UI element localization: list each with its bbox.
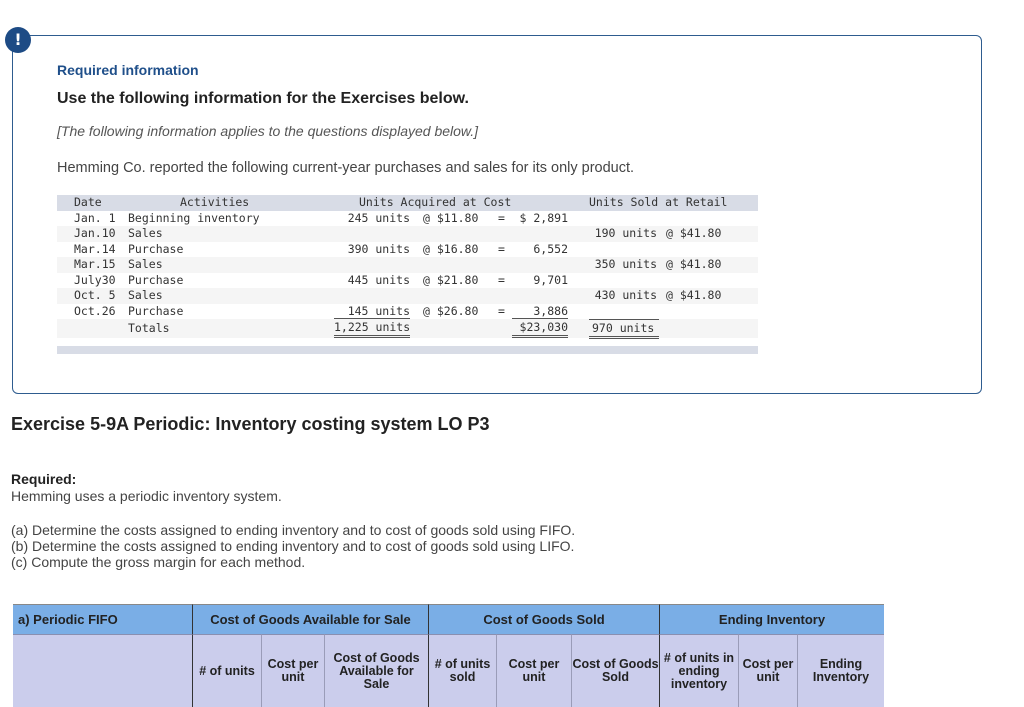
table-row: Oct.26 Purchase 145 units @ $26.80 = 3,886 (57, 304, 758, 320)
group-cogs: Cost of Goods Sold (428, 604, 659, 634)
table-row: July30 Purchase 445 units @ $21.80 = 9,701 (57, 273, 758, 289)
row-acq-equals: = (498, 241, 505, 256)
row-sold-units: 190 units (594, 226, 657, 240)
row-activity: Purchase (128, 303, 184, 318)
totals-sold-units: 970 units (589, 319, 659, 339)
row-date: Jan.10 (74, 226, 116, 240)
col-cogs-cost-per-unit: Cost per unit (496, 634, 571, 707)
row-sold-price: @ $41.80 (666, 226, 722, 240)
row-acq-total: 3,886 (512, 304, 568, 319)
required-info-heading: Required information (57, 62, 199, 78)
row-sold-price: @ $41.80 (666, 257, 722, 271)
required-label: Required: (11, 471, 77, 487)
col-ending-inventory: Ending Inventory (797, 634, 884, 707)
totals-acq-units: 1,225 units (334, 319, 410, 338)
col-units-ending: # of units in ending inventory (659, 634, 738, 707)
row-acq-cost: @ $21.80 (423, 272, 479, 287)
row-sold-units: 350 units (594, 257, 657, 271)
header-activities: Activities (180, 195, 250, 209)
row-date: Mar.15 (74, 257, 116, 271)
row-acq-units: 445 units (347, 272, 410, 287)
table-row: Jan. 1 Beginning inventory 245 units @ $11.… (57, 211, 758, 227)
header-units-acquired: Units Acquired at Cost (359, 195, 512, 209)
row-activity: Sales (128, 288, 163, 302)
group-ending-inventory: Ending Inventory (659, 604, 884, 634)
exercise-title: Exercise 5-9A Periodic: Inventory costin… (11, 414, 490, 434)
table-title: a) Periodic FIFO (13, 604, 192, 634)
row-sold-units: 430 units (594, 288, 657, 302)
group-cogas: Cost of Goods Available for Sale (192, 604, 428, 634)
row-label-header (13, 634, 192, 707)
row-date: Oct.26 (74, 303, 116, 318)
row-activity: Sales (128, 226, 163, 240)
alert-icon: ! (5, 27, 31, 53)
totals-acq-cost: $23,030 (512, 319, 568, 338)
row-acq-cost: @ $16.80 (423, 241, 479, 256)
row-sold-price: @ $41.80 (666, 288, 722, 302)
col-cogs: Cost of Goods Sold (571, 634, 659, 707)
row-date: Oct. 5 (74, 288, 116, 302)
row-activity: Sales (128, 257, 163, 271)
row-activity: Purchase (128, 272, 184, 287)
col-cogas: Cost of Goods Available for Sale (324, 634, 428, 707)
row-acq-total: $ 2,891 (519, 210, 568, 225)
periodic-fifo-table: a) Periodic FIFO Cost of Goods Available… (13, 604, 884, 707)
required-text: Hemming uses a periodic inventory system… (11, 488, 282, 504)
row-acq-cost: @ $11.80 (423, 210, 479, 225)
table-row: Jan.10 Sales 190 units @ $41.80 (57, 226, 758, 242)
row-acq-units: 145 units (334, 304, 410, 319)
table-row: Oct. 5 Sales 430 units @ $41.80 (57, 288, 758, 304)
company-description: Hemming Co. reported the following curre… (57, 160, 635, 176)
row-acq-units: 390 units (347, 241, 410, 256)
row-acq-equals: = (498, 272, 505, 287)
row-acq-total: 6,552 (533, 241, 568, 256)
header-date: Date (74, 195, 102, 209)
totals-row: Totals 1,225 units $23,030 970 units (57, 319, 758, 339)
row-acq-equals: = (498, 210, 505, 225)
table-header-row: Date Activities Units Acquired at Cost U… (57, 195, 758, 211)
table-footer-band (57, 346, 758, 354)
col-ei-cost-per-unit: Cost per unit (738, 634, 797, 707)
task-c: (c) Compute the gross margin for each me… (11, 554, 306, 570)
row-acq-equals: = (498, 303, 505, 318)
col-units-sold: # of units sold (428, 634, 496, 707)
row-date: Mar.14 (74, 241, 116, 256)
row-activity: Beginning inventory (128, 210, 260, 225)
row-activity: Purchase (128, 241, 184, 256)
table-row: Mar.14 Purchase 390 units @ $16.80 = 6,552 (57, 242, 758, 258)
applies-note: [The following information applies to th… (57, 123, 479, 139)
header-units-sold: Units Sold at Retail (589, 195, 728, 209)
row-acq-cost: @ $26.80 (423, 303, 479, 318)
table-row: Mar.15 Sales 350 units @ $41.80 (57, 257, 758, 273)
totals-label: Totals (128, 321, 170, 335)
task-b: (b) Determine the costs assigned to endi… (11, 538, 575, 554)
row-date: Jan. 1 (74, 210, 116, 225)
row-acq-total: 9,701 (533, 272, 568, 287)
row-acq-units: 245 units (347, 210, 410, 225)
row-date: July30 (74, 272, 116, 287)
task-a: (a) Determine the costs assigned to endi… (11, 522, 576, 538)
col-units: # of units (192, 634, 261, 707)
instructions-heading: Use the following information for the Ex… (57, 90, 469, 107)
col-cost-per-unit: Cost per unit (261, 634, 324, 707)
purchases-sales-table: Date Activities Units Acquired at Cost U… (57, 195, 758, 354)
